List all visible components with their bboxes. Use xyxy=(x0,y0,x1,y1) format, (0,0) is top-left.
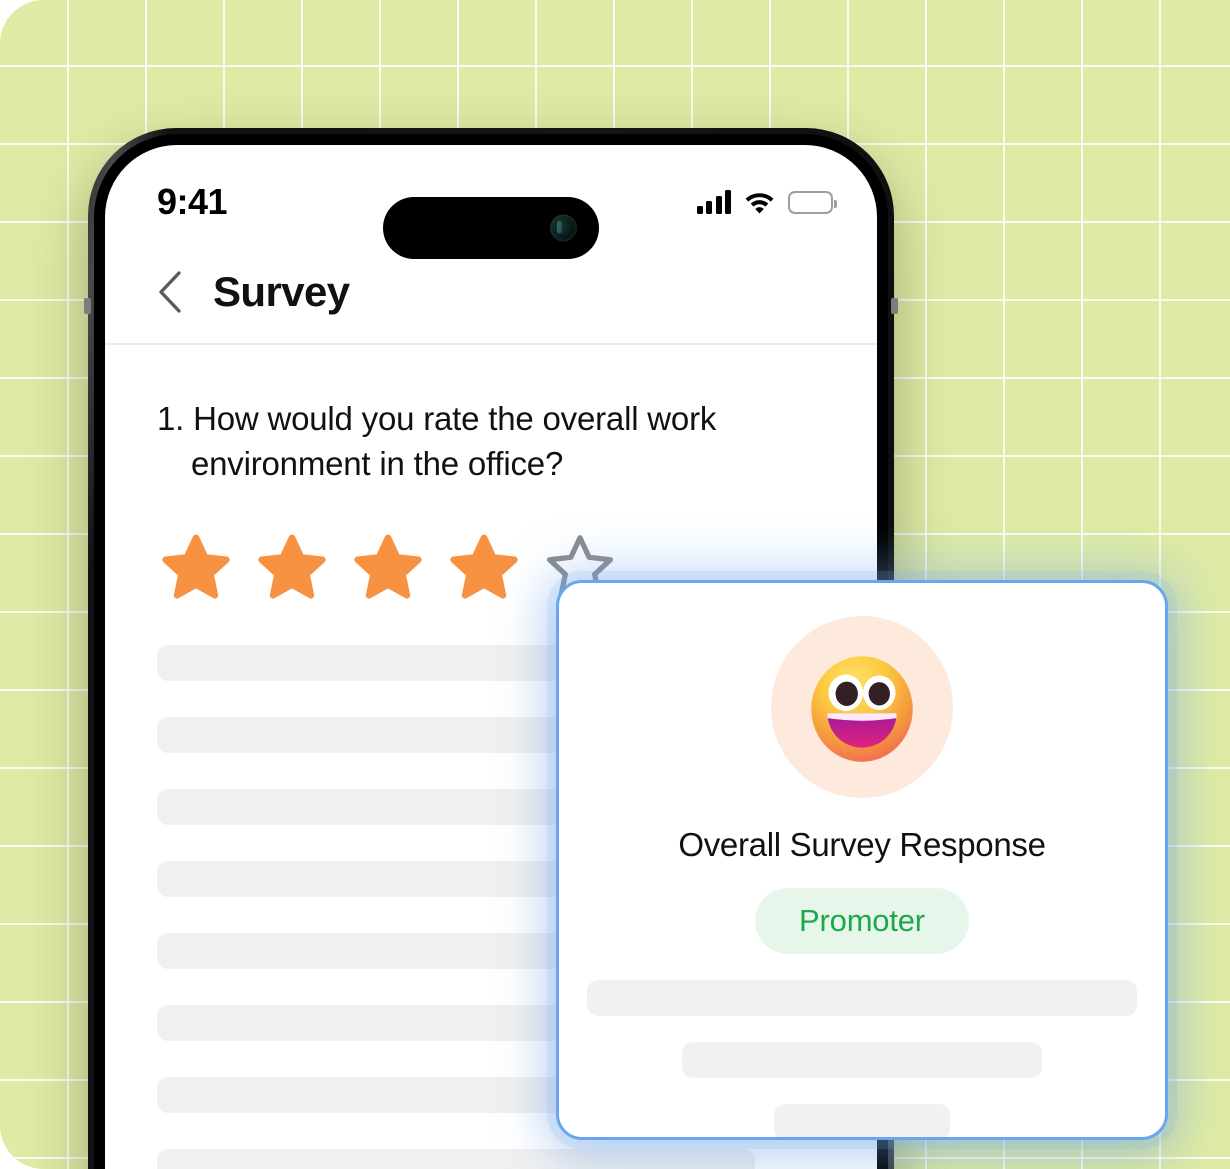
card-content: Overall Survey Response Promoter xyxy=(559,583,1165,1137)
signal-bars-icon xyxy=(696,190,731,214)
card-title: Overall Survey Response xyxy=(678,826,1046,863)
star-filled-icon[interactable] xyxy=(351,531,425,605)
survey-question: 1. How would you rate the overall work e… xyxy=(157,397,825,487)
page-title: Survey xyxy=(213,268,350,315)
status-badge: Promoter xyxy=(755,888,969,954)
volume-button[interactable] xyxy=(84,298,91,314)
status-icons xyxy=(696,172,837,214)
star-filled-icon[interactable] xyxy=(447,531,521,605)
question-number: 1. xyxy=(157,400,185,437)
question-label: How would you rate the overall work envi… xyxy=(191,400,717,482)
status-bar: 9:41 xyxy=(105,145,877,259)
status-time: 9:41 xyxy=(157,181,228,222)
star-filled-icon[interactable] xyxy=(159,531,233,605)
dynamic-island xyxy=(383,197,599,259)
placeholder-line xyxy=(157,1148,755,1169)
wifi-icon xyxy=(745,193,774,214)
placeholder-line xyxy=(774,1104,950,1137)
placeholder-line xyxy=(682,1042,1042,1078)
placeholder-line xyxy=(587,980,1137,1016)
emoji-badge xyxy=(771,616,953,798)
front-camera-icon xyxy=(550,214,577,242)
scene-root: 9:41 Survey 1. How would you rate the ov… xyxy=(0,0,1230,1169)
card-placeholder-list xyxy=(559,980,1165,1137)
power-button[interactable] xyxy=(891,298,898,314)
grinning-face-emoji xyxy=(810,655,914,763)
battery-full-icon xyxy=(788,190,837,214)
chevron-left-icon[interactable] xyxy=(157,270,183,314)
star-filled-icon[interactable] xyxy=(255,531,329,605)
overall-response-card: Overall Survey Response Promoter xyxy=(556,580,1168,1140)
